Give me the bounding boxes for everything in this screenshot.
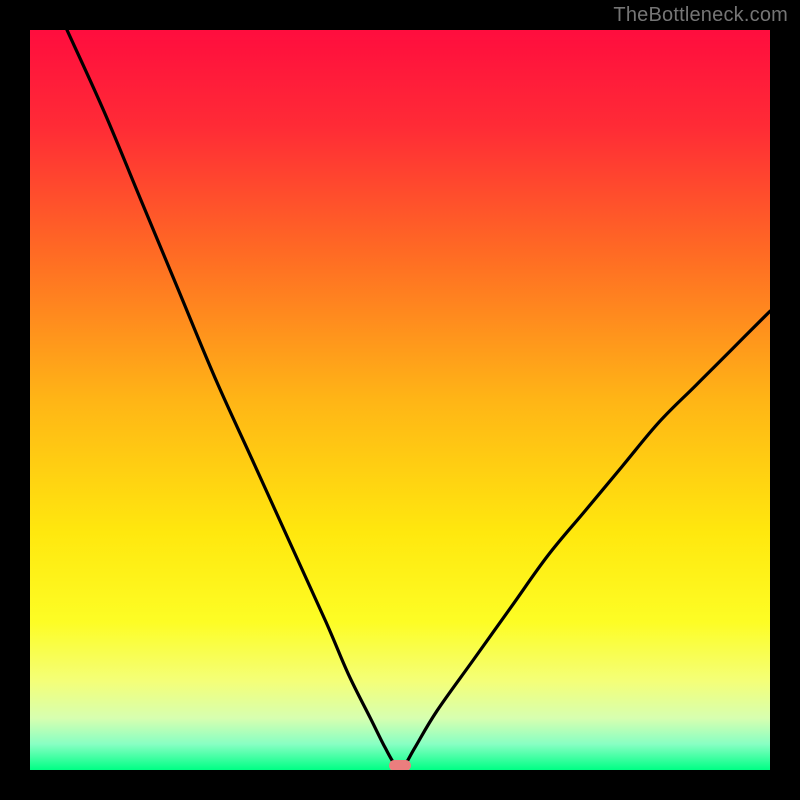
optimum-marker [389, 760, 411, 770]
chart-container: TheBottleneck.com [0, 0, 800, 800]
plot-area [30, 30, 770, 770]
bottleneck-curve [67, 30, 770, 769]
watermark-text: TheBottleneck.com [613, 4, 788, 27]
curve-svg [30, 30, 770, 770]
